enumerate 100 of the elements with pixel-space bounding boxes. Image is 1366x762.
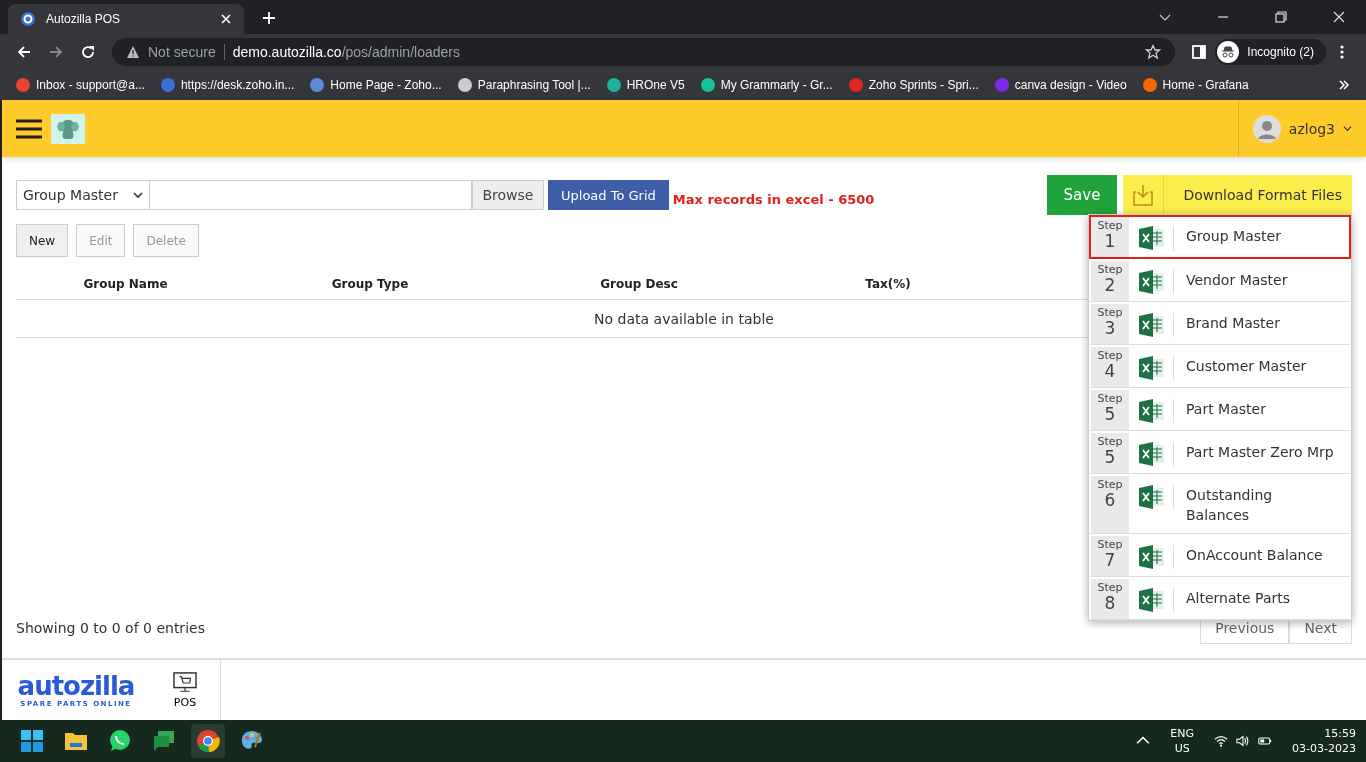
volume-icon[interactable]	[1236, 734, 1251, 748]
close-icon[interactable]	[1333, 11, 1345, 23]
bookmark-icon	[310, 78, 325, 92]
step-label: Step	[1097, 581, 1123, 594]
bookmark-icon	[16, 78, 30, 92]
bookmark-icon	[700, 78, 715, 92]
step-label: Step	[1097, 538, 1123, 551]
menu-item[interactable]: Step 2 Vendor Master	[1089, 259, 1351, 302]
battery-icon[interactable]	[1258, 734, 1273, 748]
step-label: Step	[1097, 478, 1123, 491]
menu-item[interactable]: Step 1 Group Master	[1089, 215, 1351, 259]
site-icon	[20, 11, 36, 27]
empty-message: No data available in table	[594, 310, 774, 327]
menu-icon[interactable]	[16, 118, 42, 139]
address-bar[interactable]: Not secure demo.autozilla.co/pos/admin/loaders	[112, 38, 1176, 66]
step-number: 6	[1104, 491, 1116, 509]
menu-item[interactable]: Step 4 Customer Master	[1089, 345, 1351, 388]
menu-item[interactable]: Step 7 OnAccount Balance	[1089, 534, 1351, 577]
bookmark-icon	[160, 78, 175, 92]
user-menu[interactable]: azlog3	[1237, 100, 1366, 157]
forward-icon[interactable]	[48, 44, 64, 60]
download-button[interactable]: Download Format Files	[1123, 175, 1352, 215]
column-header[interactable]: Tax(%)	[773, 277, 1003, 291]
step-number: 4	[1104, 362, 1116, 380]
bookmark[interactable]: Paraphrasing Tool |...	[457, 78, 591, 92]
warning-icon	[126, 45, 140, 59]
restore-icon[interactable]	[1275, 11, 1287, 23]
bookmark[interactable]: https://desk.zoho.in...	[160, 78, 295, 92]
bookmark[interactable]: Home - Grafana	[1142, 78, 1249, 92]
column-header[interactable]: Group Name	[16, 277, 235, 291]
bookmark[interactable]: My Grammarly - Gr...	[700, 78, 833, 92]
start-icon[interactable]	[20, 729, 44, 753]
spreadsheet-icon	[1139, 270, 1174, 294]
bookmark[interactable]: canva design - Video	[994, 78, 1127, 92]
url-text: demo.autozilla.co/pos/admin/loaders	[232, 44, 460, 60]
browser-tab[interactable]: Autozilla POS	[8, 4, 244, 34]
master-select[interactable]: Group Master	[16, 180, 150, 210]
step-number: 2	[1104, 276, 1116, 294]
mascot-logo-icon	[51, 113, 85, 144]
bookmark[interactable]: Home Page - Zoho...	[310, 78, 442, 92]
step-number: 7	[1104, 551, 1116, 569]
spreadsheet-icon	[1139, 588, 1174, 612]
entries-info: Showing 0 to 0 of 0 entries	[16, 620, 205, 636]
bookmark-icon	[848, 78, 863, 92]
step-number: 8	[1104, 594, 1116, 612]
bookmark-icon	[457, 78, 472, 92]
cart-monitor-icon	[173, 671, 197, 694]
step-label: Step	[1097, 263, 1123, 276]
spreadsheet-icon	[1139, 442, 1174, 466]
reload-icon[interactable]	[80, 44, 96, 60]
browser-taskbar-button[interactable]	[191, 724, 225, 758]
clock[interactable]: 15:59 03-03-2023	[1292, 726, 1356, 756]
file-input[interactable]	[150, 180, 472, 210]
caret-icon	[1343, 124, 1352, 133]
new-tab-icon[interactable]	[262, 11, 276, 25]
menu-item[interactable]: Step 6 Outstanding Balances	[1089, 474, 1351, 534]
action-button[interactable]: New	[16, 224, 69, 257]
browse-button[interactable]: Browse	[472, 180, 544, 210]
bookmark[interactable]: Zoho Sprints - Spri...	[848, 78, 979, 92]
column-header[interactable]: Group Desc	[505, 277, 773, 291]
caret-icon	[133, 190, 143, 200]
incognito-icon	[1217, 41, 1240, 63]
upload-button[interactable]: Upload To Grid	[548, 180, 669, 210]
download-icon	[1133, 184, 1153, 206]
spreadsheet-icon	[1139, 545, 1174, 569]
menu-item[interactable]: Step 5 Part Master	[1089, 388, 1351, 431]
back-icon[interactable]	[16, 44, 32, 60]
menu-item[interactable]: Step 5 Part Master Zero Mrp	[1089, 431, 1351, 474]
bookmark[interactable]: HROne V5	[606, 78, 685, 92]
spreadsheet-icon	[1139, 356, 1174, 380]
column-header[interactable]: Group Type	[235, 277, 505, 291]
menu-item[interactable]: Step 3 Brand Master	[1089, 302, 1351, 345]
step-number: 1	[1104, 232, 1116, 250]
step-label: Step	[1097, 392, 1123, 405]
spreadsheet-icon	[1139, 399, 1174, 423]
chat-bubble-icon[interactable]	[108, 729, 132, 753]
bookmark[interactable]: Inbox - support@a...	[16, 78, 145, 92]
messages-icon[interactable]	[152, 729, 176, 753]
side-panel-icon[interactable]	[1191, 44, 1208, 60]
bookmark-icon	[994, 78, 1009, 92]
spreadsheet-icon	[1139, 313, 1174, 337]
step-label: Step	[1097, 306, 1123, 319]
step-number: 5	[1104, 405, 1116, 423]
step-number: 5	[1104, 448, 1116, 466]
wifi-icon[interactable]	[1214, 734, 1229, 748]
menu-item[interactable]: Step 8 Alternate Parts	[1089, 577, 1351, 620]
tab-title: Autozilla POS	[46, 12, 122, 26]
spreadsheet-icon	[1139, 226, 1174, 250]
bookmark-icon	[1142, 78, 1157, 92]
step-number: 3	[1104, 319, 1116, 337]
step-label: Step	[1097, 349, 1123, 362]
overflow-icon[interactable]	[1338, 79, 1350, 91]
step-label: Step	[1097, 219, 1123, 232]
step-label: Step	[1097, 435, 1123, 448]
profile-button[interactable]: Incognito (2)	[1215, 39, 1326, 65]
bookmark-icon	[606, 78, 621, 92]
avatar-icon	[1252, 114, 1281, 143]
max-records-note: Max records in excel - 6500	[672, 191, 875, 207]
star-icon[interactable]	[1145, 44, 1162, 60]
language-indicator[interactable]: ENG US	[1170, 726, 1195, 756]
